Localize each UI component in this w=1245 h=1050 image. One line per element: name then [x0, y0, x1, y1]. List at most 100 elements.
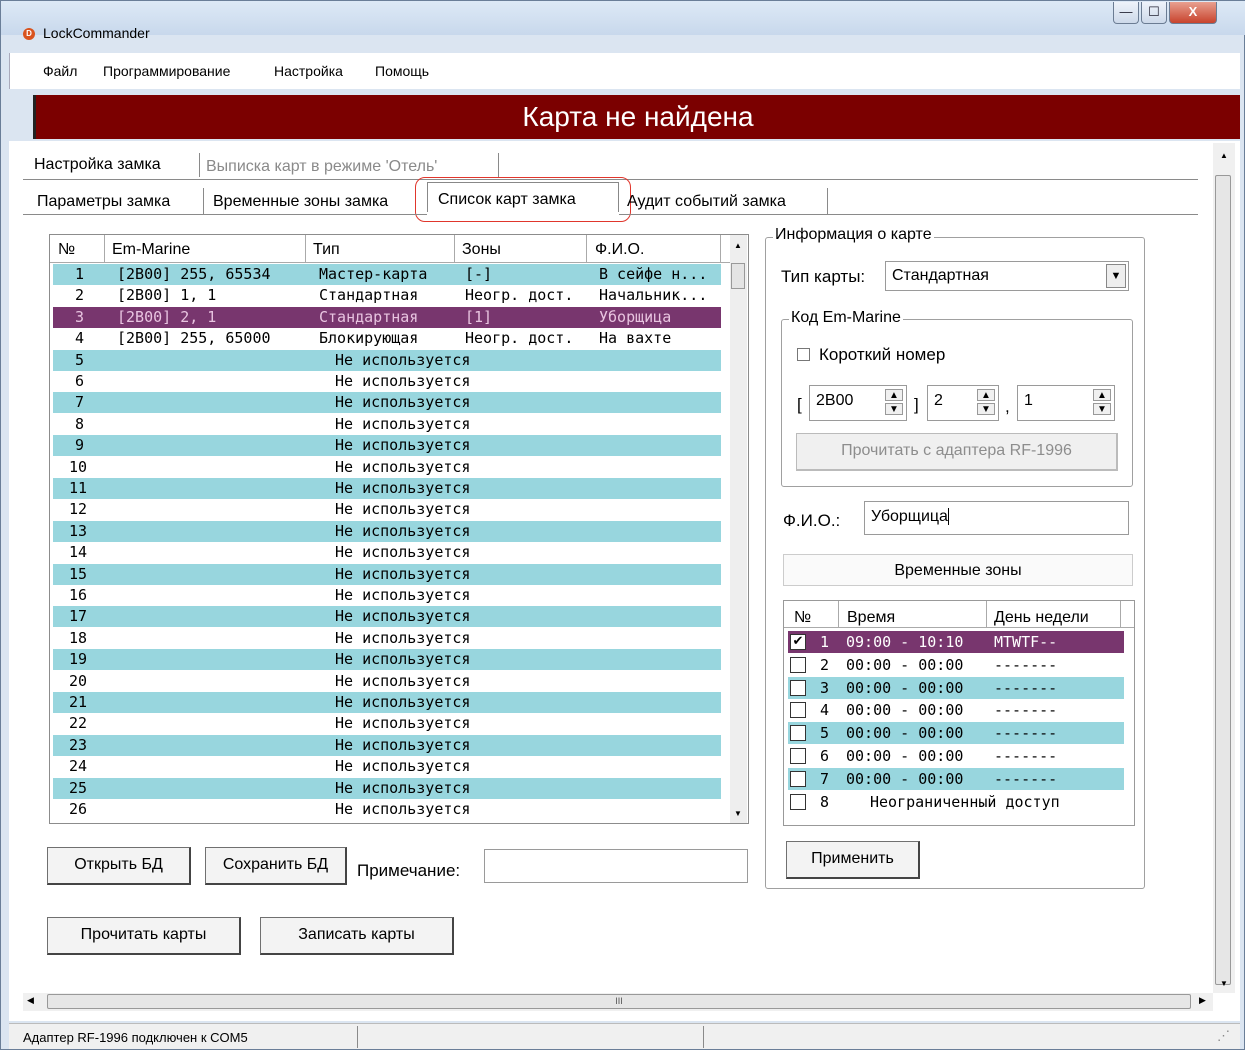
scroll-left-icon[interactable]: ◀ — [27, 995, 34, 1006]
scroll-up-icon[interactable]: ▲ — [1220, 151, 1228, 160]
scroll-thumb[interactable] — [1215, 175, 1231, 985]
scroll-right-icon[interactable]: ▶ — [1199, 995, 1206, 1006]
col-zones[interactable]: Зоны — [462, 241, 501, 259]
col-zone-time[interactable]: Время — [847, 609, 895, 627]
table-row[interactable]: 24 Не используется — [53, 756, 721, 777]
col-zone-days[interactable]: День недели — [994, 609, 1089, 627]
table-row[interactable]: 6 Не используется — [53, 371, 721, 392]
table-row[interactable]: 3 [2B00] 2, 1 Стандартная [1] Уборщица — [53, 306, 721, 328]
table-row[interactable]: 7 Не используется — [53, 392, 721, 414]
zone-checkbox[interactable] — [790, 770, 806, 787]
zone-checkbox[interactable] — [790, 793, 806, 810]
zone-row[interactable]: ✔ 1 09:00 - 10:10 MTWTF-- — [788, 631, 1124, 653]
zone-row[interactable]: 6 00:00 - 00:00 ------- — [788, 745, 1124, 767]
minimize-button[interactable]: — — [1113, 2, 1139, 24]
table-row[interactable]: 16 Не используется — [53, 585, 721, 606]
scroll-thumb[interactable]: III — [47, 994, 1191, 1009]
spin-down-icon[interactable]: ▼ — [885, 403, 903, 415]
tab-lock-settings[interactable]: Настройка замка — [34, 156, 161, 174]
page-vertical-scrollbar[interactable]: ▲ ▼ — [1213, 143, 1235, 993]
page-horizontal-scrollbar[interactable]: ◀ III ▶ — [23, 993, 1213, 1011]
card-info-legend: Информация о карте — [773, 226, 934, 244]
col-zone-number[interactable]: № — [794, 609, 811, 627]
table-row[interactable]: 4 [2B00] 255, 65000 Блокирующая Неогр. дост… — [53, 328, 721, 349]
tab-time-zones[interactable]: Временные зоны замка — [213, 193, 388, 211]
open-db-button[interactable]: Открыть БД — [47, 847, 191, 885]
table-row[interactable]: 10 Не используется — [53, 457, 721, 478]
write-cards-button[interactable]: Записать карты — [260, 917, 454, 955]
table-vertical-scrollbar[interactable]: ▲ ▼ — [730, 235, 747, 823]
table-row[interactable]: 9 Не используется — [53, 435, 721, 457]
table-row[interactable]: 13 Не используется — [53, 520, 721, 542]
col-fio[interactable]: Ф.И.О. — [595, 241, 644, 259]
zone-row[interactable]: 2 00:00 - 00:00 ------- — [788, 654, 1124, 676]
resize-grip-icon[interactable]: ⋰ — [1217, 1028, 1230, 1044]
table-row[interactable]: 18 Не используется — [53, 628, 721, 649]
card-type-label: Тип карты: — [781, 267, 866, 286]
table-row[interactable]: 12 Не используется — [53, 499, 721, 520]
card-list-table[interactable]: № Em-Marine Тип Зоны Ф.И.О. 1 [2B00] 255,… — [49, 234, 749, 824]
row-number: 17 — [69, 607, 88, 626]
tab-lock-params[interactable]: Параметры замка — [37, 193, 170, 211]
spin-down-icon[interactable]: ▼ — [1093, 403, 1111, 415]
col-type[interactable]: Тип — [313, 241, 340, 259]
time-zones-table[interactable]: № Время День недели ✔ 1 09:00 - 10:10 MTWTF… — [783, 600, 1135, 826]
zone-checkbox[interactable] — [790, 748, 806, 764]
zone-checkbox[interactable] — [790, 679, 806, 696]
zone-checkbox[interactable] — [790, 725, 806, 742]
menu-help[interactable]: Помощь — [375, 63, 429, 79]
table-row[interactable]: 20 Не используется — [53, 671, 721, 692]
menu-programming[interactable]: Программирование — [103, 63, 230, 79]
scroll-thumb[interactable] — [731, 263, 745, 289]
table-row[interactable]: 26 Не используется — [53, 799, 721, 820]
time-zones-header[interactable]: Временные зоны — [783, 554, 1133, 586]
menu-settings[interactable]: Настройка — [274, 63, 343, 79]
zone-days: ------- — [994, 769, 1058, 788]
zone-checkbox[interactable]: ✔ — [790, 634, 806, 650]
spin-down-icon[interactable]: ▼ — [977, 403, 995, 415]
scroll-up-icon[interactable]: ▲ — [734, 241, 742, 250]
card-type-select[interactable]: Стандартная ▼ — [885, 261, 1129, 291]
spin-up-icon[interactable]: ▲ — [1093, 389, 1111, 401]
zone-row[interactable]: 5 00:00 - 00:00 ------- — [788, 722, 1124, 745]
apply-button[interactable]: Применить — [786, 841, 920, 879]
zone-row[interactable]: 8 Неограниченный доступ — [788, 791, 1124, 813]
scroll-down-icon[interactable]: ▼ — [1220, 979, 1228, 988]
table-row[interactable]: 8 Не используется — [53, 414, 721, 435]
col-number[interactable]: № — [58, 241, 75, 259]
table-row[interactable]: 22 Не используется — [53, 713, 721, 734]
col-em-marine[interactable]: Em-Marine — [112, 241, 190, 259]
menu-file[interactable]: Файл — [43, 63, 77, 79]
zone-row[interactable]: 4 00:00 - 00:00 ------- — [788, 699, 1124, 721]
scroll-down-icon[interactable]: ▼ — [734, 809, 742, 818]
maximize-button[interactable]: ☐ — [1141, 2, 1167, 24]
table-row[interactable]: 25 Не используется — [53, 777, 721, 799]
table-row[interactable]: 23 Не используется — [53, 734, 721, 756]
spin-up-icon[interactable]: ▲ — [885, 389, 903, 401]
tab-event-audit[interactable]: Аудит событий замка — [627, 193, 786, 211]
table-row[interactable]: 11 Не используется — [53, 478, 721, 499]
zone-row[interactable]: 3 00:00 - 00:00 ------- — [788, 676, 1124, 699]
row-unused: Не используется — [335, 778, 471, 797]
short-number-checkbox[interactable] — [797, 348, 810, 361]
table-row[interactable]: 17 Не используется — [53, 606, 721, 628]
spin-up-icon[interactable]: ▲ — [977, 389, 995, 401]
read-cards-button[interactable]: Прочитать карты — [47, 917, 241, 955]
chevron-down-icon[interactable]: ▼ — [1106, 264, 1126, 288]
table-row[interactable]: 2 [2B00] 1, 1 Стандартная Неогр. дост. Начал… — [53, 285, 721, 306]
table-row[interactable]: 5 Не используется — [53, 349, 721, 371]
tab-hotel-mode[interactable]: Выписка карт в режиме 'Отель' — [206, 158, 437, 176]
save-db-button[interactable]: Сохранить БД — [205, 847, 347, 885]
note-input[interactable] — [484, 849, 748, 883]
zone-checkbox[interactable] — [790, 656, 806, 673]
read-from-adapter-button[interactable]: Прочитать с адаптера RF-1996 — [796, 433, 1118, 471]
table-row[interactable]: 19 Не используется — [53, 649, 721, 671]
fio-input[interactable]: Уборщица — [864, 501, 1129, 535]
table-row[interactable]: 14 Не используется — [53, 542, 721, 563]
table-row[interactable]: 15 Не используется — [53, 563, 721, 585]
zone-checkbox[interactable] — [790, 702, 806, 719]
close-button[interactable]: X — [1169, 2, 1217, 24]
table-row[interactable]: 1 [2B00] 255, 65534 Мастер-карта [-] В сейфе… — [53, 264, 721, 285]
table-row[interactable]: 21 Не используется — [53, 692, 721, 713]
zone-row[interactable]: 7 00:00 - 00:00 ------- — [788, 767, 1124, 790]
